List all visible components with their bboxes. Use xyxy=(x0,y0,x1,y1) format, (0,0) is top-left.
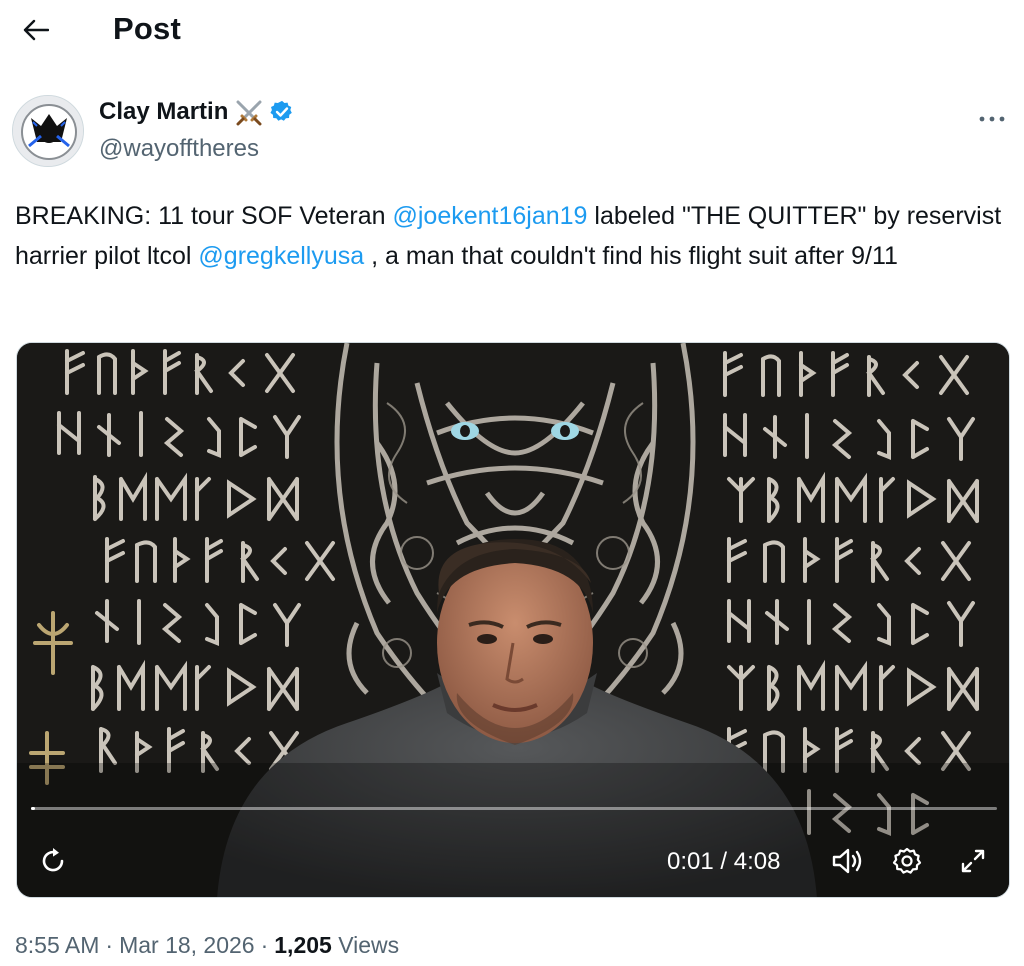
volume-icon xyxy=(832,848,862,874)
replay-button[interactable] xyxy=(33,841,73,881)
mention-link[interactable]: @gregkellyusa xyxy=(198,242,364,270)
progress-fill xyxy=(31,807,35,810)
gear-icon xyxy=(892,847,922,874)
crossed-swords-icon xyxy=(234,98,264,126)
arrow-left-icon xyxy=(23,19,49,41)
more-options-button[interactable] xyxy=(974,101,1010,137)
author-handle[interactable]: @wayofftheres xyxy=(99,135,259,163)
views-label: Views xyxy=(338,932,400,958)
video-frame-image xyxy=(17,343,1009,897)
page-title: Post xyxy=(113,11,181,46)
video-player[interactable]: 0:01 / 4:08 xyxy=(16,342,1010,898)
views-count: 1,205 xyxy=(274,932,332,958)
settings-button[interactable] xyxy=(887,841,927,881)
tweet-text: BREAKING: 11 tour SOF Veteran @joekent16… xyxy=(15,196,1015,276)
verified-badge-icon xyxy=(270,100,294,124)
replay-icon xyxy=(42,848,64,872)
post-time[interactable]: 8:55 AM xyxy=(15,932,99,958)
post-meta: 8:55 AM · Mar 18, 2026 · 1,205 Views xyxy=(15,932,399,959)
tweet-text-segment: BREAKING: 11 tour SOF Veteran xyxy=(15,202,393,230)
name-row: Clay Martin xyxy=(99,98,294,126)
mention-link[interactable]: @joekent16jan19 xyxy=(392,202,587,230)
back-button[interactable] xyxy=(18,12,54,48)
avatar-image xyxy=(13,96,83,166)
post-date[interactable]: Mar 18, 2026 xyxy=(119,932,255,958)
avatar[interactable] xyxy=(12,95,84,167)
author-row: Clay Martin @wayofftheres xyxy=(12,95,1012,167)
time-separator: / xyxy=(713,848,734,875)
meta-separator: · xyxy=(105,932,114,958)
tweet-text-segment: , a man that couldn't find his flight su… xyxy=(364,242,898,270)
fullscreen-icon xyxy=(961,849,985,873)
current-time: 0:01 xyxy=(667,848,714,875)
meta-separator: · xyxy=(260,932,269,958)
duration: 4:08 xyxy=(733,848,781,875)
more-horizontal-icon xyxy=(979,116,1005,122)
fullscreen-button[interactable] xyxy=(953,841,993,881)
video-time: 0:01 / 4:08 xyxy=(667,848,780,876)
top-bar: Post xyxy=(0,0,1024,62)
display-name[interactable]: Clay Martin xyxy=(99,98,228,126)
progress-bar[interactable] xyxy=(31,807,997,810)
volume-button[interactable] xyxy=(827,841,867,881)
